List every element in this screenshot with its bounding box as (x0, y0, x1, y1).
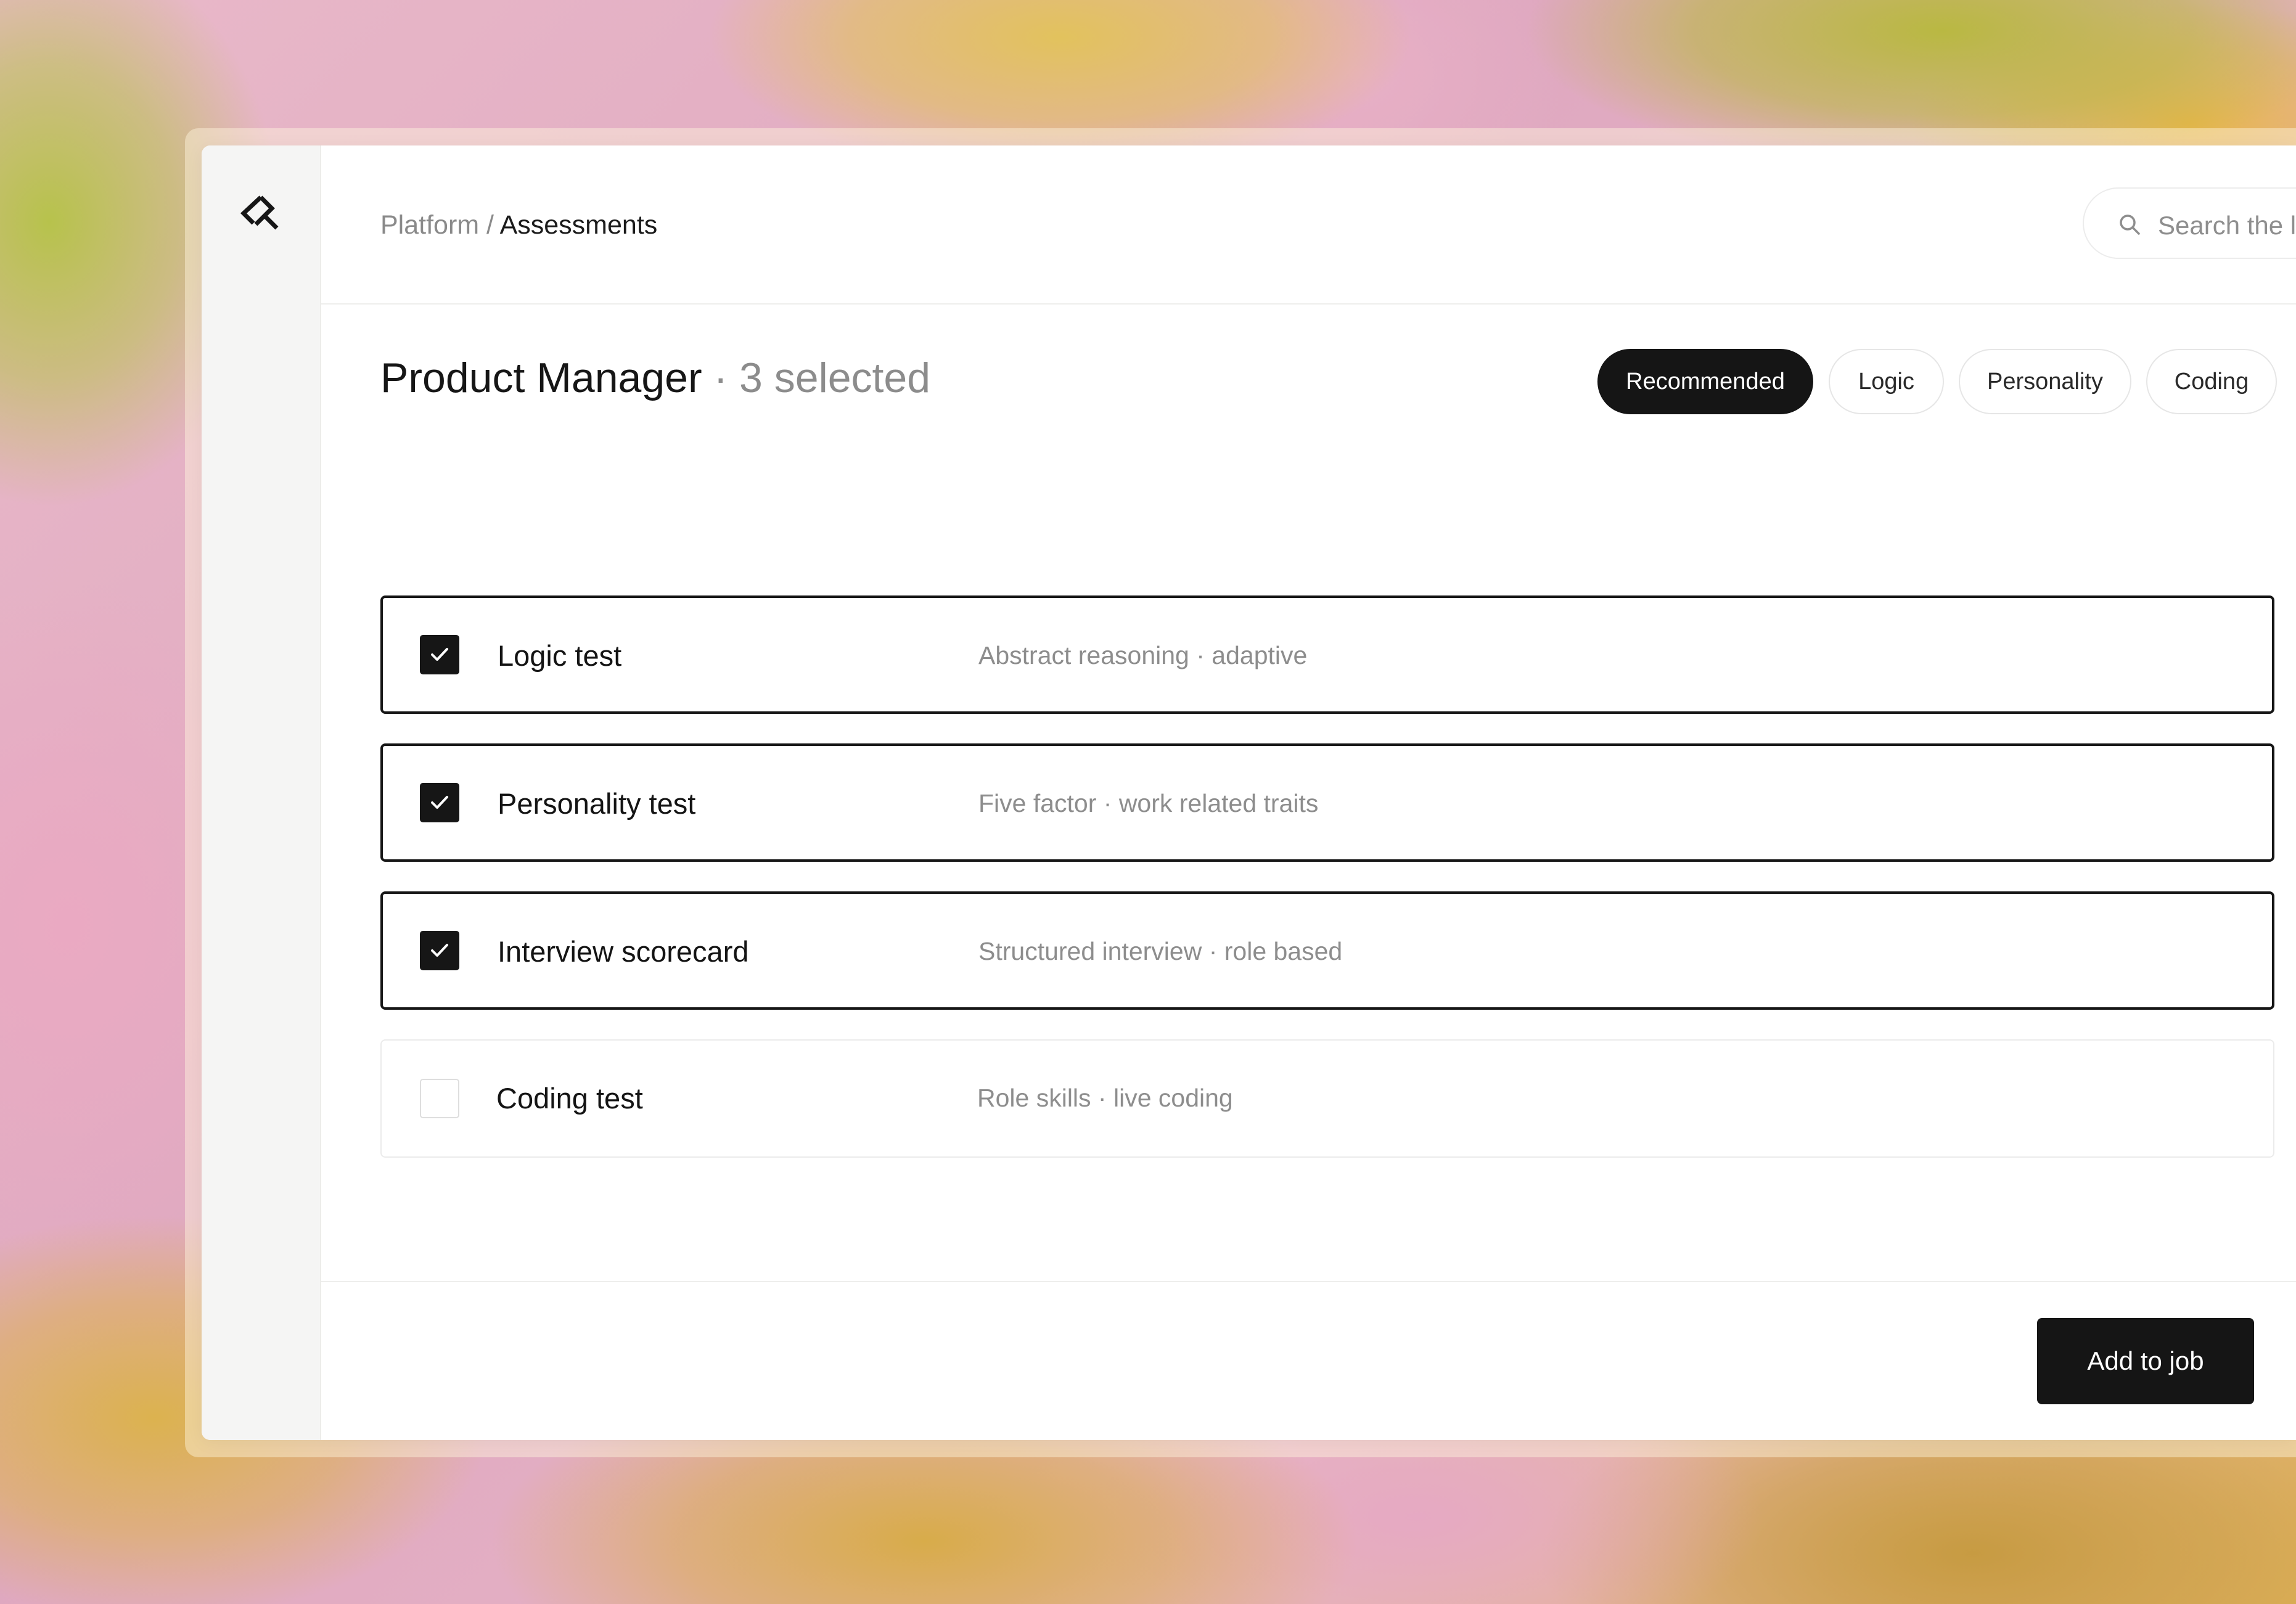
page-title-text: Product Manager (380, 354, 702, 401)
breadcrumb-separator: / (479, 210, 500, 240)
assessment-description: Role skills · live coding (977, 1084, 1233, 1112)
breadcrumb-current: Assessments (499, 210, 658, 240)
assessment-title: Coding test (496, 1082, 643, 1115)
checkbox-checked[interactable] (420, 783, 459, 822)
assessment-item-coding[interactable]: Coding test Role skills · live coding (380, 1039, 2274, 1158)
logo-icon[interactable] (240, 195, 283, 232)
breadcrumb: Platform / Assessments (380, 210, 657, 240)
checkbox-checked[interactable] (420, 635, 459, 674)
assessment-item-personality[interactable]: Personality test Five factor · work rela… (380, 743, 2274, 862)
footer-bar: Add to job (321, 1281, 2296, 1440)
assessment-description: Abstract reasoning · adaptive (978, 641, 1308, 669)
filter-chip-personality[interactable]: Personality (1959, 349, 2131, 414)
assessment-item-interview-scorecard[interactable]: Interview scorecard Structured interview… (380, 891, 2274, 1010)
top-bar: Platform / Assessments Search the librar… (321, 145, 2296, 305)
sidebar (202, 145, 321, 1440)
main-content: Product Manager · 3 selected Recommended… (321, 305, 2296, 1426)
filter-chip-recommended[interactable]: Recommended (1597, 349, 1813, 414)
check-icon (431, 648, 448, 661)
assessment-description: Five factor · work related traits (978, 789, 1319, 817)
page-title: Product Manager · 3 selected (380, 354, 930, 402)
assessment-description: Structured interview · role based (978, 937, 1343, 965)
checkbox-unchecked[interactable] (420, 1079, 459, 1118)
search-placeholder: Search the library (2158, 211, 2296, 240)
filter-chip-coding[interactable]: Coding (2146, 349, 2277, 414)
breadcrumb-parent[interactable]: Platform (380, 210, 479, 240)
checkbox-checked[interactable] (420, 931, 459, 970)
assessment-title: Logic test (498, 639, 622, 672)
search-input[interactable]: Search the library (2083, 187, 2296, 259)
search-icon (2118, 213, 2141, 236)
filter-chip-logic[interactable]: Logic (1829, 349, 1944, 414)
check-icon (431, 796, 448, 809)
assessment-item-logic[interactable]: Logic test Abstract reasoning · adaptive (380, 595, 2274, 714)
assessment-title: Personality test (498, 787, 696, 820)
check-icon (431, 944, 448, 957)
selection-count: · 3 selected (702, 354, 931, 401)
add-to-job-button[interactable]: Add to job (2037, 1318, 2254, 1404)
app-window: Platform / Assessments Search the librar… (202, 145, 2296, 1440)
assessment-title: Interview scorecard (498, 935, 749, 968)
